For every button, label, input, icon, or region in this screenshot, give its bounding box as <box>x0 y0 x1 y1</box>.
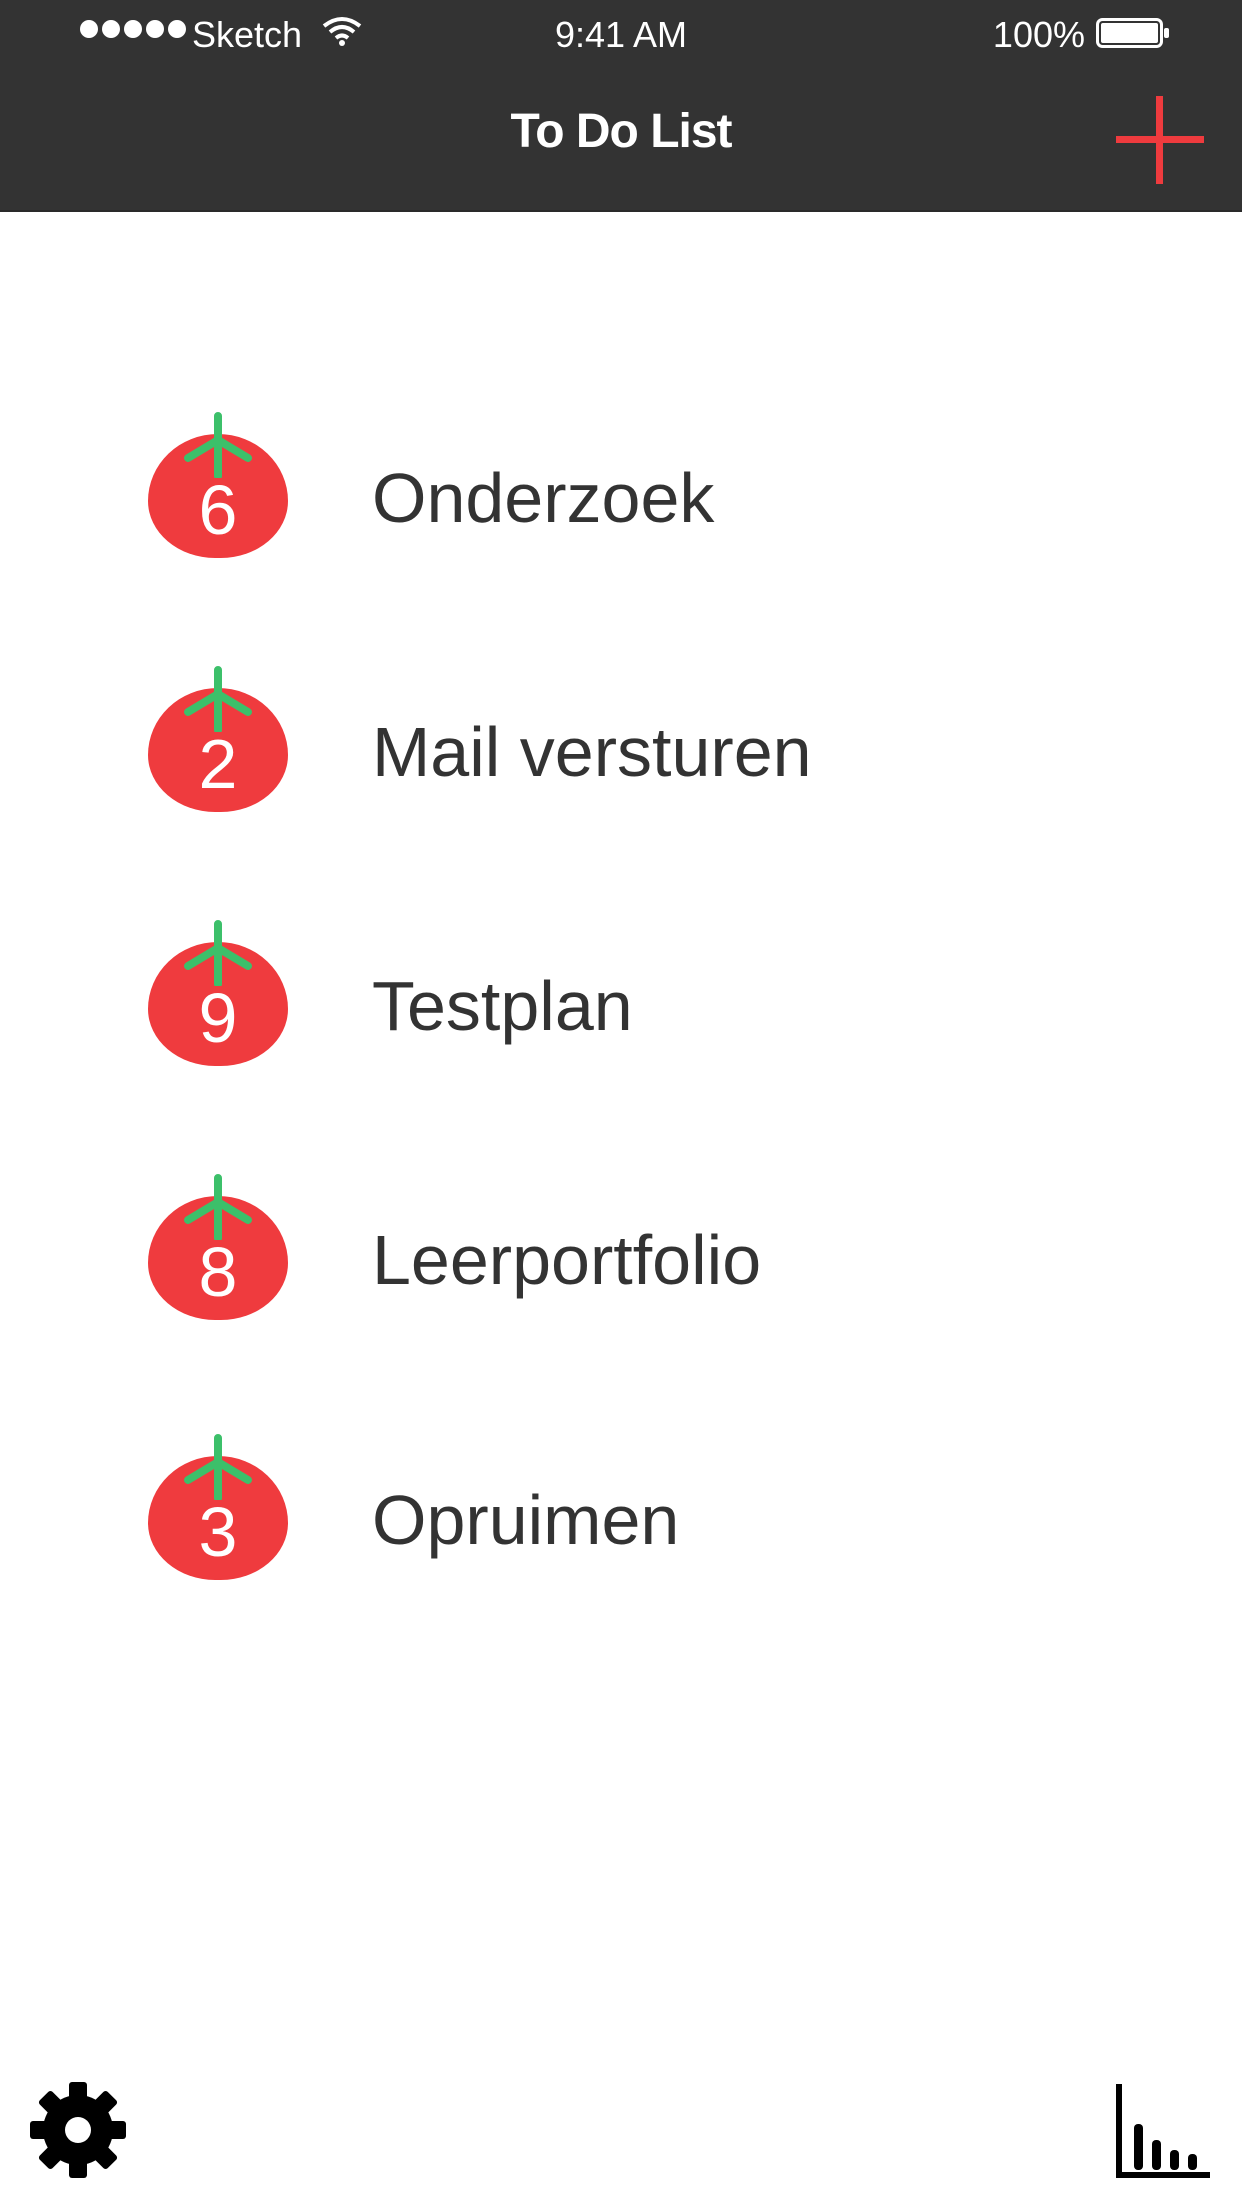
stem-icon <box>184 1434 252 1500</box>
tomato-badge: 8 <box>148 1174 288 1320</box>
list-item[interactable]: 8 Leerportfolio <box>0 1160 1242 1340</box>
pomodoro-count: 9 <box>198 979 238 1057</box>
task-label: Mail versturen <box>372 713 812 791</box>
pomodoro-count: 2 <box>198 725 238 803</box>
battery-percentage: 100% <box>992 14 1085 55</box>
pomodoro-count: 6 <box>198 471 238 549</box>
statistics-button[interactable] <box>1112 2080 1212 2180</box>
stem-icon <box>184 1174 252 1240</box>
tomato-badge: 2 <box>148 666 288 812</box>
task-label: Onderzoek <box>372 459 715 537</box>
page-title: To Do List <box>510 105 732 158</box>
tomato-badge: 3 <box>148 1434 288 1580</box>
list-item[interactable]: 9 Testplan <box>0 906 1242 1086</box>
tomato-badge: 9 <box>148 920 288 1066</box>
list-item[interactable]: 3 Opruimen <box>0 1420 1242 1600</box>
stem-icon <box>184 666 252 732</box>
add-task-button[interactable] <box>1112 92 1208 188</box>
stem-icon <box>184 412 252 478</box>
pomodoro-count: 8 <box>198 1233 238 1311</box>
task-label: Opruimen <box>372 1481 680 1559</box>
battery-icon <box>1096 18 1169 48</box>
tomato-badge: 6 <box>148 412 288 558</box>
settings-button[interactable] <box>28 2080 128 2180</box>
gear-icon <box>30 2082 126 2178</box>
task-label: Leerportfolio <box>372 1221 762 1299</box>
stem-icon <box>184 920 252 986</box>
status-bar: Sketch 9:41 AM 100% <box>0 0 1242 66</box>
list-item[interactable]: 2 Mail versturen <box>0 652 1242 832</box>
navigation-header: Sketch 9:41 AM 100% To Do List <box>0 0 1242 212</box>
bar-chart-icon <box>1116 2084 1210 2178</box>
pomodoro-count: 3 <box>198 1493 238 1571</box>
task-label: Testplan <box>372 967 633 1045</box>
list-item[interactable]: 6 Onderzoek <box>0 398 1242 578</box>
